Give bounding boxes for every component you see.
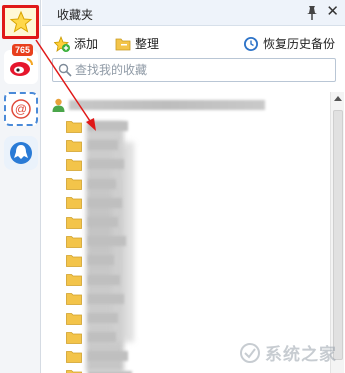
add-label: 添加: [74, 37, 99, 51]
close-icon[interactable]: ✕: [326, 4, 339, 20]
scroll-thumb[interactable]: [333, 110, 343, 360]
watermark: 系统之家: [239, 340, 337, 365]
clock-restore-icon: [243, 36, 258, 51]
add-button[interactable]: 添加: [54, 35, 98, 52]
folder-icon: [66, 274, 82, 286]
folder-item[interactable]: [66, 156, 124, 172]
star-icon: [9, 10, 32, 33]
folder-icon: [66, 120, 82, 133]
restore-label: 恢复历史备份: [262, 37, 335, 51]
organize-label: 整理: [135, 37, 160, 51]
folder-item[interactable]: [66, 348, 128, 364]
toolbar: 添加 整理 恢复历史备份: [42, 27, 345, 57]
folder-icon: [66, 350, 82, 363]
folder-label: [88, 293, 124, 304]
folder-icon: [66, 254, 82, 267]
folder-label: [88, 217, 118, 227]
tree-root-user[interactable]: [52, 97, 265, 113]
folder-item[interactable]: [66, 252, 114, 268]
folder-icon: [66, 197, 82, 210]
restore-backup-button[interactable]: 恢复历史备份: [243, 35, 335, 52]
folder-item[interactable]: [66, 214, 118, 230]
tree-scrollbar[interactable]: [330, 92, 344, 373]
organize-button[interactable]: 整理: [115, 35, 159, 52]
search-icon: [58, 63, 72, 77]
folder-icon: [66, 216, 82, 229]
folder-label: [88, 255, 114, 266]
user-icon: [52, 98, 65, 112]
folder-item[interactable]: [66, 368, 132, 373]
folder-icon: [66, 312, 82, 325]
folder-icon: [66, 178, 82, 190]
folder-item[interactable]: [66, 310, 118, 326]
folder-item[interactable]: [66, 118, 128, 134]
weibo-badge: 765: [12, 44, 34, 56]
folder-icon: [66, 139, 82, 152]
favorites-button[interactable]: [2, 5, 39, 39]
scroll-up-icon[interactable]: [333, 94, 343, 104]
weibo-icon: [10, 58, 34, 76]
qq-button[interactable]: [4, 136, 38, 170]
add-icon: [54, 35, 70, 52]
watermark-logo-icon: [240, 342, 260, 363]
folder-item[interactable]: [66, 329, 116, 345]
search-box[interactable]: [52, 58, 336, 82]
folder-label: [88, 178, 116, 189]
pin-icon[interactable]: [305, 5, 319, 21]
folder-item[interactable]: [66, 176, 116, 192]
folder-item[interactable]: [66, 137, 118, 153]
app-rail: 765 @: [0, 0, 41, 373]
folder-label: [88, 332, 116, 343]
folder-label: [88, 351, 128, 362]
folder-item[interactable]: [66, 233, 126, 249]
folder-item[interactable]: [66, 272, 120, 288]
folder-item[interactable]: [66, 291, 124, 307]
panel-title: 收藏夹: [57, 8, 94, 22]
watermark-text: 系统之家: [265, 345, 337, 364]
folder-label: [88, 313, 118, 323]
folder-label: [88, 159, 124, 170]
folder-label: [88, 121, 128, 131]
folder-icon: [66, 370, 82, 373]
tree-root-label: [69, 100, 265, 110]
organize-folder-icon: [115, 38, 131, 50]
qq-icon: [10, 142, 32, 164]
favorites-tree: [42, 90, 329, 373]
folder-icon: [66, 235, 82, 248]
folder-label: [88, 236, 126, 247]
folder-icon: [66, 158, 82, 171]
svg-text:@: @: [15, 102, 27, 116]
folder-icon: [66, 293, 82, 306]
folder-icon: [66, 331, 82, 344]
folder-label: [88, 140, 118, 151]
mail-button[interactable]: @: [4, 92, 38, 126]
search-input[interactable]: [75, 62, 325, 78]
folder-label: [88, 197, 122, 208]
panel-header: 收藏夹 ✕: [42, 0, 345, 26]
folder-item[interactable]: [66, 195, 122, 211]
folder-label: [88, 274, 120, 285]
mail-at-icon: @: [11, 99, 31, 119]
